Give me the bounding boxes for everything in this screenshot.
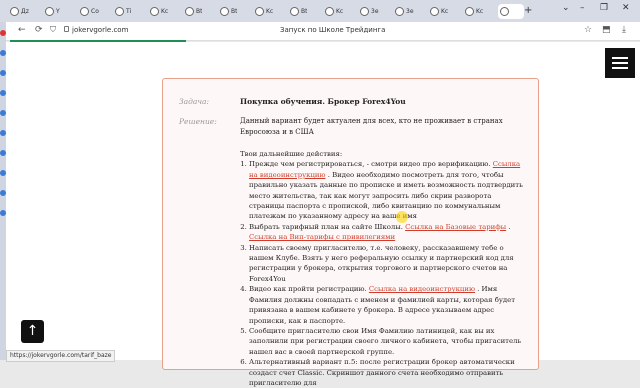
browser-tab[interactable]: Co — [78, 4, 104, 19]
steps-list: Прежде чем регистрироваться, - смотри ви… — [240, 159, 525, 388]
tab-favicon-icon — [150, 7, 159, 16]
browser-tab[interactable] — [498, 4, 524, 19]
maximize-icon[interactable]: ❐ — [600, 3, 608, 13]
list-item: Выбрать тарифный план на сайте Школы. Сс… — [249, 222, 525, 243]
tab-favicon-icon — [360, 7, 369, 16]
list-item: Видео как пройти регистрацию. Ссылка на … — [249, 284, 525, 326]
close-window-icon[interactable]: ✕ — [622, 3, 630, 13]
tab-label: 3e — [406, 8, 414, 15]
browser-tab[interactable]: Kc — [463, 4, 489, 19]
browser-tab[interactable]: Kc — [428, 4, 454, 19]
task-card: Задача: Покупка обучения. Брокер Forex4Y… — [162, 78, 539, 387]
new-tab-button[interactable]: + — [524, 5, 532, 16]
browser-tab[interactable]: Kc — [323, 4, 349, 19]
tab-favicon-icon — [290, 7, 299, 16]
tab-favicon-icon — [80, 7, 89, 16]
task-label: Задача: — [179, 97, 210, 106]
back-arrow-icon[interactable]: ← — [18, 25, 26, 35]
tab-favicon-icon — [10, 7, 19, 16]
tab-favicon-icon — [325, 7, 334, 16]
arrow-up-icon[interactable]: ↑ — [21, 320, 44, 343]
browser-tab[interactable]: Bt — [218, 4, 244, 19]
refresh-icon[interactable]: ⟳ — [35, 25, 43, 35]
browser-tab[interactable]: Дz — [8, 4, 34, 19]
tab-label: Co — [91, 8, 99, 15]
browser-tab[interactable]: Y — [43, 4, 69, 19]
tab-bar: Дz Y Co Ti Kc Bt Bt Kc Bt Kc 3e 3e Kc Kc + ⌄ – ❐ ✕ — [0, 0, 640, 22]
list-item: Написать своему пригласителю, т.е. челов… — [249, 243, 525, 285]
tab-label: Дz — [21, 8, 29, 15]
browser-tab[interactable]: 3e — [358, 4, 384, 19]
page-title: Запуск по Школе Трейдинга — [280, 26, 386, 34]
tab-search-icon[interactable]: ⌄ — [562, 3, 570, 13]
lock-icon — [64, 26, 69, 32]
steps-header: Твои дальнейшие действия: — [240, 150, 343, 158]
sidebar-app-icon[interactable] — [0, 30, 6, 36]
tab-label: Bt — [301, 8, 308, 15]
minimize-icon[interactable]: – — [580, 3, 585, 13]
shield-icon[interactable]: ⛉ — [50, 25, 56, 35]
steps-section: Твои дальнейшие действия: Прежде чем рег… — [240, 149, 525, 388]
tab-favicon-icon — [185, 7, 194, 16]
mouse-cursor-highlight — [396, 211, 408, 223]
tab-favicon-icon — [465, 7, 474, 16]
tab-favicon-icon — [395, 7, 404, 16]
list-item: Прежде чем регистрироваться, - смотри ви… — [249, 159, 525, 221]
address-bar: ← ⟳ ⛉ jokervgorle.com Запуск по Школе Тр… — [0, 22, 640, 41]
solution-intro: Данный вариант будет актуален для всех, … — [240, 117, 503, 136]
tab-label: Kc — [441, 8, 449, 15]
url-field[interactable]: jokervgorle.com — [72, 26, 128, 34]
registration-video-link[interactable]: Ссылка на видеоинструкцию — [369, 285, 475, 293]
tab-label: Bt — [231, 8, 238, 15]
tab-label: 3e — [371, 8, 379, 15]
tab-favicon-icon — [500, 7, 509, 16]
list-item: Альтернативный вариант п.5: после регист… — [249, 357, 525, 388]
tab-favicon-icon — [115, 7, 124, 16]
tab-label: Kc — [336, 8, 344, 15]
status-bar-url: https://jokervgorle.com/tarif_baze — [6, 350, 116, 362]
tab-favicon-icon — [220, 7, 229, 16]
tab-label: Y — [56, 8, 60, 15]
list-item: Сообщите пригласителю свои Имя Фамилию л… — [249, 326, 525, 357]
tab-favicon-icon — [430, 7, 439, 16]
browser-tab[interactable]: Kc — [253, 4, 279, 19]
tab-label: Ti — [126, 8, 132, 15]
tab-favicon-icon — [255, 7, 264, 16]
browser-tab[interactable]: 3e — [393, 4, 419, 19]
browser-tab[interactable]: Bt — [288, 4, 314, 19]
tab-favicon-icon — [45, 7, 54, 16]
tab-label: Kc — [476, 8, 484, 15]
extension-icon[interactable]: ⬒ — [602, 25, 611, 35]
tab-label: Kc — [266, 8, 274, 15]
hamburger-menu-icon[interactable] — [605, 48, 635, 78]
base-tariffs-link[interactable]: Ссылка на Базовые тарифы — [405, 223, 506, 231]
tab-label: Bt — [196, 8, 203, 15]
vip-tariffs-link[interactable]: Ссылка на Вип-тарифы с привилегиями — [249, 233, 395, 241]
browser-tab[interactable]: Bt — [183, 4, 209, 19]
download-icon[interactable]: ⤓ — [622, 25, 626, 35]
browser-tab[interactable]: Kc — [148, 4, 174, 19]
browser-tab[interactable]: Ti — [113, 4, 139, 19]
task-value: Покупка обучения. Брокер Forex4You — [240, 97, 406, 106]
solution-label: Решение: — [179, 117, 217, 126]
tab-label: Kc — [161, 8, 169, 15]
bookmark-icon[interactable]: ☆ — [584, 25, 592, 35]
